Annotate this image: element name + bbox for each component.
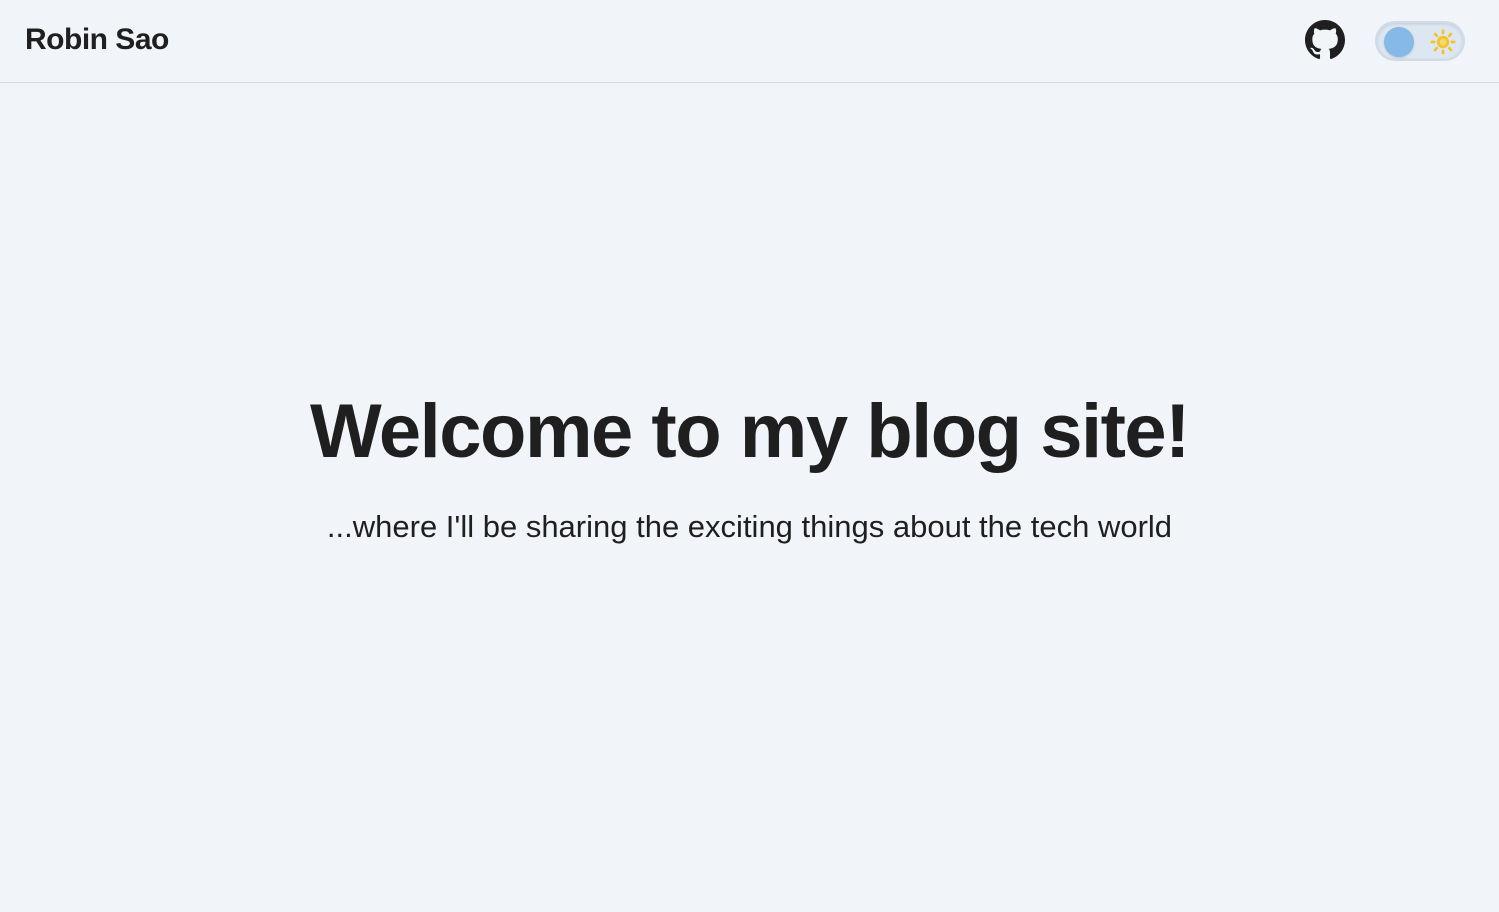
navbar: Robin Sao xyxy=(0,0,1499,83)
toggle-knob xyxy=(1384,27,1414,57)
hero-section: Welcome to my blog site! ...where I'll b… xyxy=(0,83,1499,912)
site-brand-link[interactable]: Robin Sao xyxy=(25,22,169,58)
hero-subtitle: ...where I'll be sharing the exciting th… xyxy=(326,509,1173,544)
sun-icon xyxy=(1429,28,1457,56)
github-link[interactable] xyxy=(1305,20,1345,60)
hero-title: Welcome to my blog site! xyxy=(310,389,1190,474)
theme-toggle[interactable] xyxy=(1375,21,1465,61)
github-icon xyxy=(1305,20,1345,60)
